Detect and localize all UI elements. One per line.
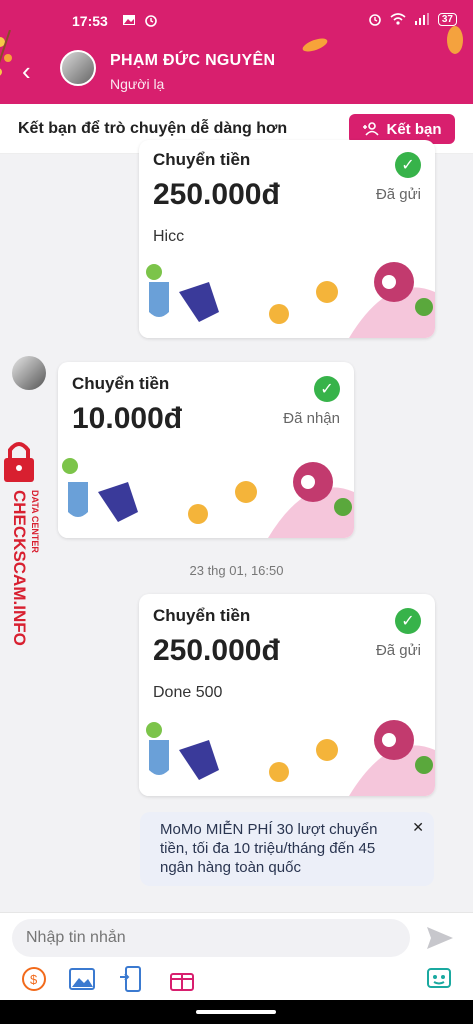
card-state: Đã nhận [283, 410, 340, 427]
sticker-icon[interactable] [425, 965, 453, 993]
message-input[interactable] [12, 919, 410, 957]
back-icon[interactable]: ‹ [22, 56, 31, 87]
alarm-icon [369, 14, 381, 26]
check-icon: ✓ [395, 152, 421, 178]
close-icon[interactable]: ✕ [412, 818, 424, 837]
check-icon: ✓ [395, 608, 421, 634]
system-nav-bar [0, 1000, 473, 1024]
friend-suggestion-text: Kết bạn để trò chuyện dễ dàng hơn [18, 120, 288, 137]
transfer-card-received[interactable]: Chuyển tiền ✓ 10.000đ Đã nhận [58, 362, 354, 538]
promo-banner[interactable]: MoMo MIỄN PHÍ 30 lượt chuyển tiền, tối đ… [140, 812, 434, 886]
card-amount: 10.000đ [72, 402, 183, 435]
petal-decoration [302, 38, 328, 52]
status-time: 17:53 [72, 13, 108, 29]
composer-toolbar: $ [20, 965, 453, 997]
add-friend-label: Kết bạn [386, 120, 442, 138]
transfer-illustration [58, 452, 354, 538]
transfer-card-sent[interactable]: Chuyển tiền ✓ 250.000đ Đã gửi Hicc [139, 140, 435, 338]
promo-text: MoMo MIỄN PHÍ 30 lượt chuyển tiền, tối đ… [160, 821, 378, 876]
sender-avatar[interactable] [12, 356, 46, 390]
card-title: Chuyển tiền [153, 150, 251, 169]
check-icon: ✓ [314, 376, 340, 402]
image-icon [123, 15, 135, 25]
contact-name[interactable]: PHẠM ĐỨC NGUYÊN [110, 52, 275, 70]
card-note: Hicc [153, 228, 185, 245]
gallery-icon[interactable] [68, 965, 96, 993]
transfer-card-sent[interactable]: Chuyển tiền ✓ 250.000đ Đã gửi Done 500 [139, 594, 435, 796]
contact-avatar[interactable] [60, 50, 96, 86]
battery-indicator: 37 [437, 12, 457, 26]
card-state: Đã gửi [375, 642, 421, 659]
home-indicator[interactable] [196, 1010, 276, 1014]
card-amount: 250.000đ [153, 634, 280, 667]
status-bar: 17:53 37 [0, 10, 473, 34]
card-amount: 250.000đ [153, 178, 280, 211]
gift-icon[interactable] [168, 965, 196, 993]
watermark-logo: DATA CENTER CHECKSCAM.INFO [4, 442, 40, 646]
wifi-icon [390, 13, 406, 25]
chat-header: 17:53 37 ‹ PHẠM ĐỨC NGUYÊN Người lạ [0, 0, 473, 104]
signal-icon [414, 13, 429, 25]
contact-status: Người lạ [110, 76, 165, 92]
lock-icon [4, 442, 34, 482]
card-note: Done 500 [153, 684, 223, 701]
card-state: Đã gửi [375, 186, 421, 203]
watermark-main: CHECKSCAM.INFO [10, 490, 29, 646]
transfer-illustration [139, 252, 435, 338]
transfer-icon[interactable] [118, 965, 146, 993]
money-icon[interactable]: $ [20, 965, 48, 993]
message-composer: $ [0, 912, 473, 1024]
watermark-top: DATA CENTER [30, 490, 40, 553]
alarm-icon [145, 15, 157, 27]
transfer-illustration [139, 710, 435, 796]
message-timestamp: 23 thg 01, 16:50 [189, 563, 284, 578]
card-title: Chuyển tiền [153, 606, 251, 625]
add-friend-icon [363, 122, 380, 136]
card-title: Chuyển tiền [72, 374, 170, 393]
send-icon[interactable] [425, 925, 455, 951]
svg-text:$: $ [30, 972, 38, 987]
